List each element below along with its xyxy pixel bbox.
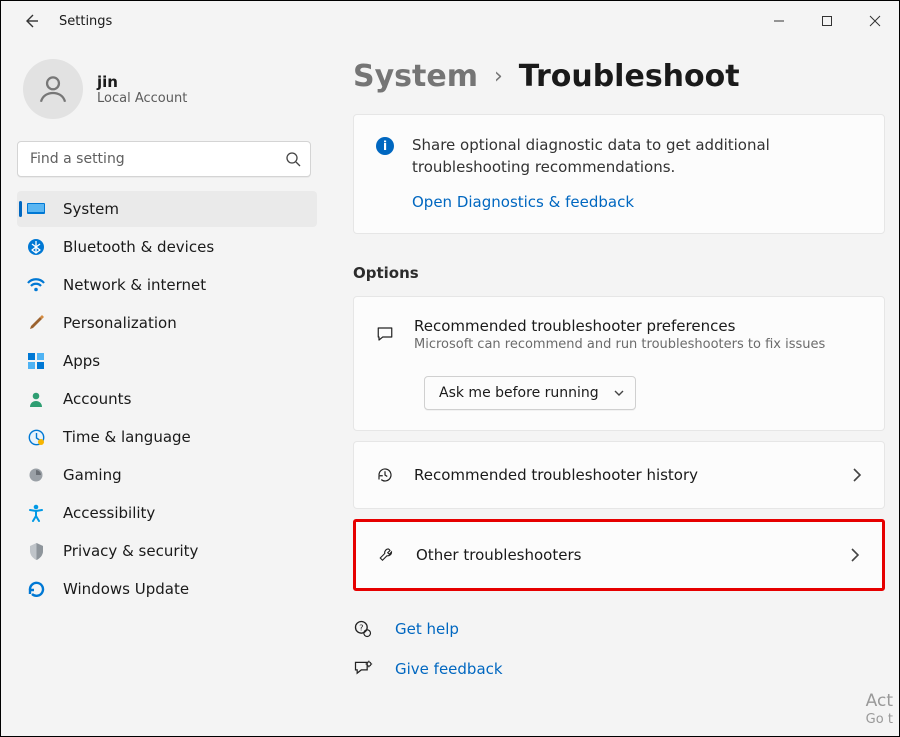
sidebar: jin Local Account System [13, 41, 323, 679]
history-card[interactable]: Recommended troubleshooter history [353, 441, 885, 509]
breadcrumb-parent[interactable]: System [353, 59, 478, 94]
sidebar-item-label: Gaming [63, 466, 122, 484]
sidebar-item-label: Bluetooth & devices [63, 238, 214, 256]
person-icon [27, 390, 45, 408]
shield-icon [27, 542, 45, 560]
get-help-label: Get help [395, 620, 459, 638]
sidebar-item-apps[interactable]: Apps [17, 343, 317, 379]
recommended-title: Recommended troubleshooter preferences [414, 317, 862, 335]
footer-links: ? Get help Give feedback [353, 619, 885, 679]
sidebar-item-accessibility[interactable]: Accessibility [17, 495, 317, 531]
gaming-icon [27, 466, 45, 484]
user-name: jin [97, 73, 187, 91]
wifi-icon [27, 276, 45, 294]
sidebar-item-label: Windows Update [63, 580, 189, 598]
open-diagnostics-link[interactable]: Open Diagnostics & feedback [412, 193, 862, 211]
close-button[interactable] [851, 3, 899, 39]
recommended-subtitle: Microsoft can recommend and run troubles… [414, 337, 862, 352]
other-troubleshooters-card[interactable]: Other troubleshooters [353, 519, 885, 591]
update-icon [27, 580, 45, 598]
user-card[interactable]: jin Local Account [17, 45, 317, 141]
sidebar-item-personalization[interactable]: Personalization [17, 305, 317, 341]
titlebar: Settings [1, 1, 899, 41]
sidebar-item-label: Privacy & security [63, 542, 198, 560]
chevron-right-icon [850, 467, 862, 483]
sidebar-item-label: System [63, 200, 119, 218]
wrench-icon [378, 546, 396, 564]
options-section-title: Options [353, 264, 885, 282]
sidebar-item-accounts[interactable]: Accounts [17, 381, 317, 417]
clock-icon [27, 428, 45, 446]
page-title: Troubleshoot [519, 59, 740, 94]
sidebar-item-network[interactable]: Network & internet [17, 267, 317, 303]
other-title: Other troubleshooters [416, 546, 828, 564]
history-title: Recommended troubleshooter history [414, 466, 830, 484]
activation-watermark: Act Go t [866, 691, 893, 729]
sidebar-item-gaming[interactable]: Gaming [17, 457, 317, 493]
avatar [23, 59, 83, 119]
help-icon: ? [353, 619, 373, 639]
paintbrush-icon [27, 314, 45, 332]
minimize-button[interactable] [755, 3, 803, 39]
nav: System Bluetooth & devices Network & int… [17, 191, 317, 607]
accessibility-icon [27, 504, 45, 522]
svg-text:?: ? [359, 622, 363, 632]
recommended-dropdown[interactable]: Ask me before running [424, 376, 636, 410]
sidebar-item-system[interactable]: System [17, 191, 317, 227]
sidebar-item-time-language[interactable]: Time & language [17, 419, 317, 455]
breadcrumb: System › Troubleshoot [353, 59, 885, 94]
main: System › Troubleshoot i Share optional d… [323, 41, 899, 679]
app-title: Settings [59, 14, 112, 29]
system-icon [27, 200, 45, 218]
get-help-link[interactable]: ? Get help [353, 619, 885, 639]
dropdown-value: Ask me before running [439, 385, 599, 401]
sidebar-item-label: Accessibility [63, 504, 155, 522]
sidebar-item-label: Personalization [63, 314, 177, 332]
search-input[interactable] [17, 141, 311, 177]
sidebar-item-label: Time & language [63, 428, 191, 446]
maximize-button[interactable] [803, 3, 851, 39]
bluetooth-icon [27, 238, 45, 256]
give-feedback-label: Give feedback [395, 660, 503, 678]
recommended-preferences-card: Recommended troubleshooter preferences M… [353, 296, 885, 431]
apps-icon [27, 352, 45, 370]
history-icon [376, 466, 394, 484]
sidebar-item-label: Network & internet [63, 276, 206, 294]
chevron-right-icon: › [494, 64, 503, 89]
give-feedback-link[interactable]: Give feedback [353, 659, 885, 679]
sidebar-item-label: Accounts [63, 390, 131, 408]
search-icon [285, 151, 301, 167]
info-icon: i [376, 137, 394, 155]
chat-icon [376, 325, 394, 343]
sidebar-item-bluetooth[interactable]: Bluetooth & devices [17, 229, 317, 265]
back-button[interactable] [13, 3, 49, 39]
diagnostics-card: i Share optional diagnostic data to get … [353, 114, 885, 234]
diagnostics-text: Share optional diagnostic data to get ad… [412, 135, 862, 179]
sidebar-item-windows-update[interactable]: Windows Update [17, 571, 317, 607]
search-container [17, 141, 311, 177]
sidebar-item-privacy[interactable]: Privacy & security [17, 533, 317, 569]
feedback-icon [353, 659, 373, 679]
sidebar-item-label: Apps [63, 352, 100, 370]
chevron-down-icon [613, 387, 625, 399]
chevron-right-icon [848, 547, 860, 563]
user-subtitle: Local Account [97, 91, 187, 106]
